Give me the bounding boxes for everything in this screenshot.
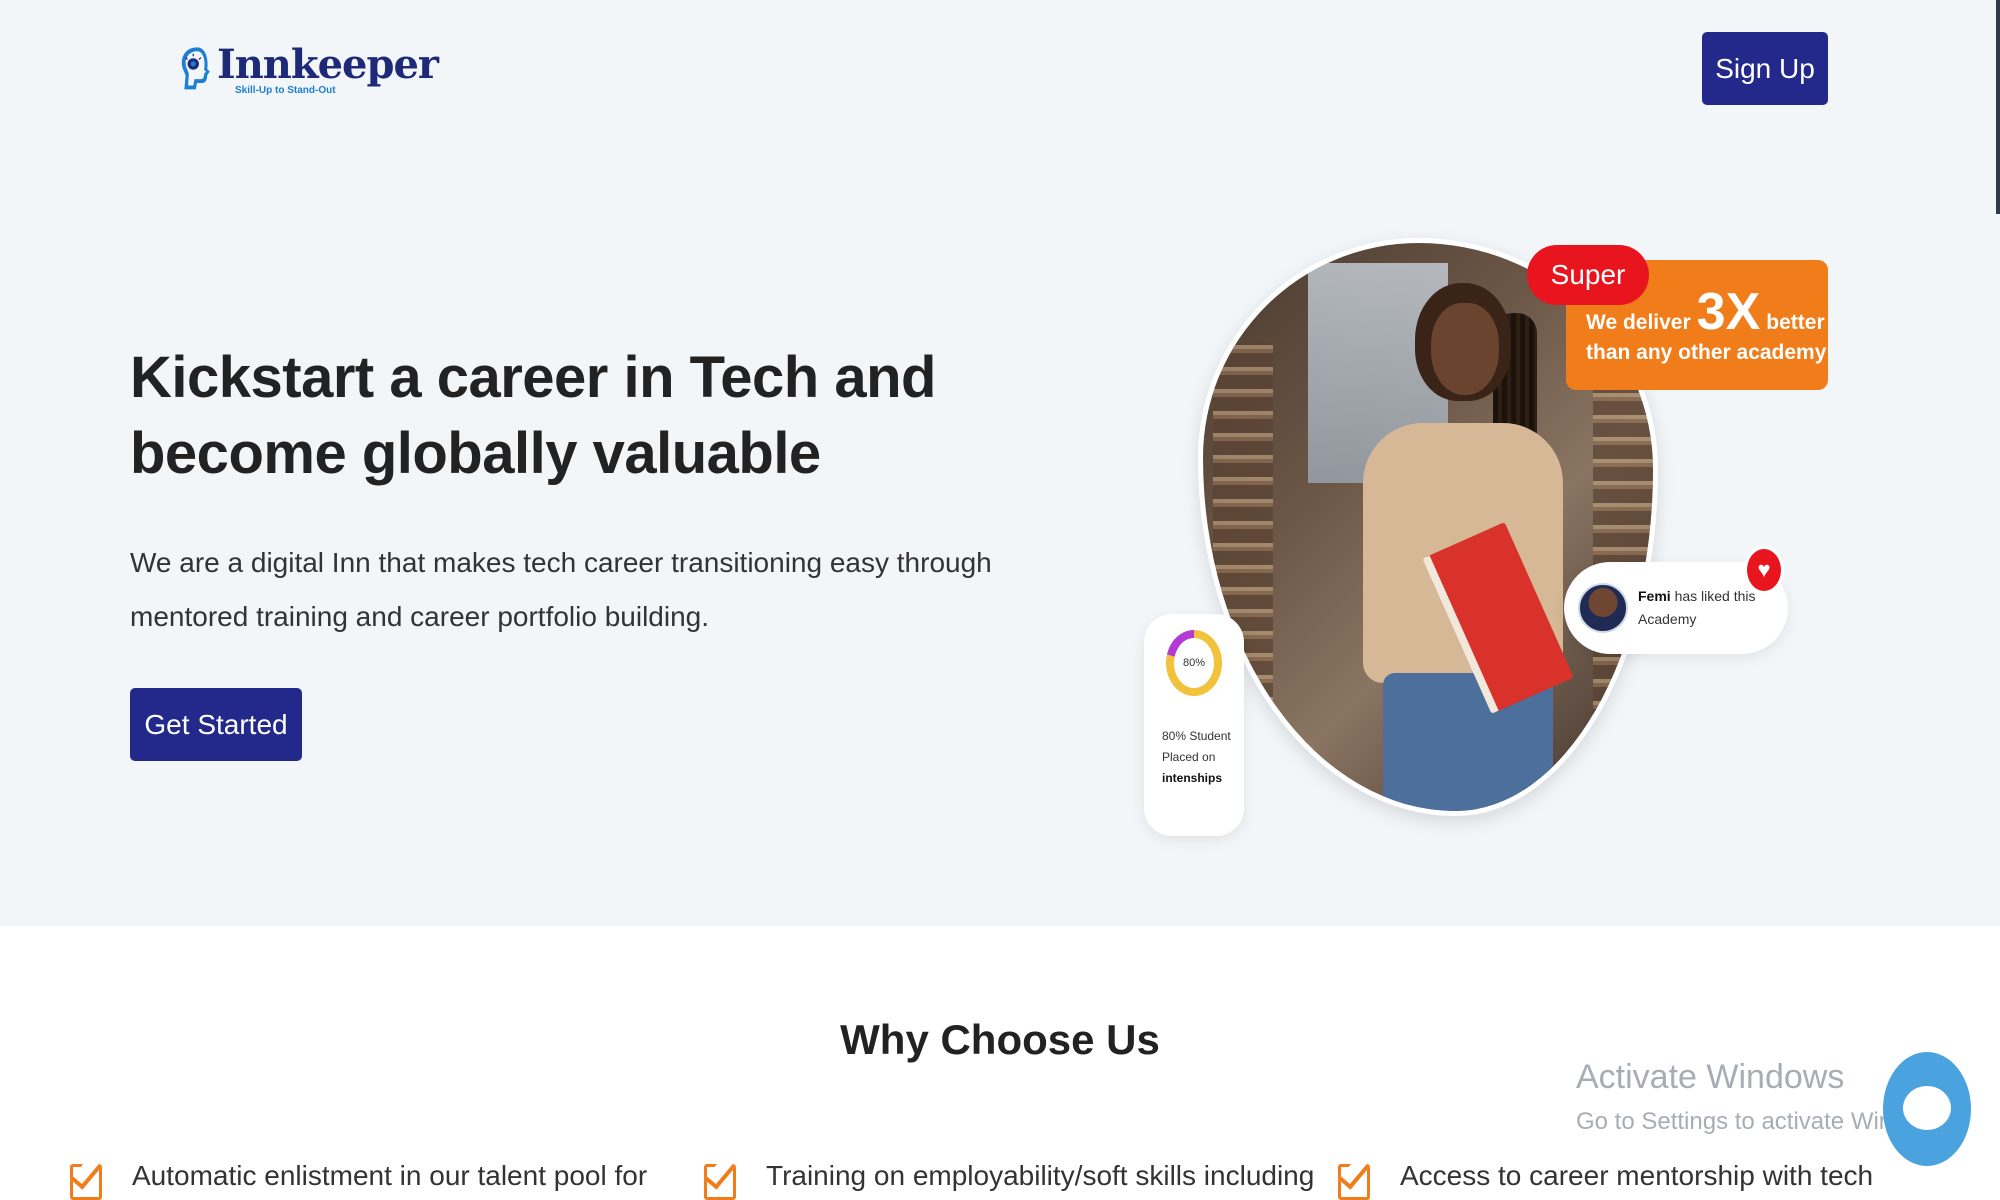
placement-stat-card: 80% 80% Student Placed on intenships [1144, 614, 1244, 836]
chat-button[interactable] [1883, 1052, 1971, 1166]
hero-title: Kickstart a career in Tech and become gl… [130, 345, 936, 486]
placement-stat-text: 80% Student Placed on intenships [1162, 726, 1244, 789]
check-icon [70, 1156, 110, 1200]
deliver-big: 3X [1696, 283, 1761, 341]
heart-icon: ♥ [1744, 546, 1784, 594]
logo[interactable]: Innkeeper Skill-Up to Stand-Out [178, 28, 439, 110]
benefit-item: Training on employability/soft skills in… [704, 1156, 1314, 1200]
stat-line-1: 80% Student Placed on [1162, 729, 1231, 764]
get-started-button[interactable]: Get Started [130, 688, 302, 761]
student-face [1431, 303, 1499, 395]
student-figure [1353, 283, 1583, 811]
bookshelf-right [1593, 343, 1653, 723]
donut-label: 80% [1174, 638, 1214, 688]
hero-section: Innkeeper Skill-Up to Stand-Out Sign Up … [0, 0, 2000, 926]
super-badge: Super [1527, 245, 1649, 305]
deliver-line-2: than any other academy [1586, 341, 1827, 364]
sign-up-button[interactable]: Sign Up [1702, 32, 1828, 105]
deliver-suffix: better [1766, 311, 1825, 334]
benefit-text: Access to career mentorship with tech [1400, 1160, 1874, 1191]
logo-text: Innkeeper Skill-Up to Stand-Out [217, 40, 439, 96]
benefit-text: Training on employability/soft skills in… [766, 1160, 1315, 1191]
benefit-text: Automatic enlistment in our talent pool … [132, 1160, 648, 1191]
chat-icon [1903, 1086, 1951, 1130]
deliver-prefix: We deliver [1586, 311, 1691, 334]
benefit-item: Automatic enlistment in our talent pool … [70, 1156, 647, 1200]
placement-donut-chart: 80% [1166, 630, 1222, 696]
hero-subtitle: We are a digital Inn that makes tech car… [130, 547, 992, 632]
benefit-item: Access to career mentorship with tech [1338, 1156, 1873, 1200]
check-icon [704, 1156, 744, 1200]
femi-avatar [1578, 583, 1628, 633]
like-name: Femi [1638, 588, 1671, 604]
logo-name: Innkeeper [217, 40, 439, 88]
stat-line-2: intenships [1162, 771, 1223, 785]
check-icon [1338, 1156, 1378, 1200]
logo-head-icon [181, 47, 210, 90]
scrollbar-thumb[interactable] [1996, 0, 2000, 214]
logo-tagline: Skill-Up to Stand-Out [235, 84, 336, 96]
